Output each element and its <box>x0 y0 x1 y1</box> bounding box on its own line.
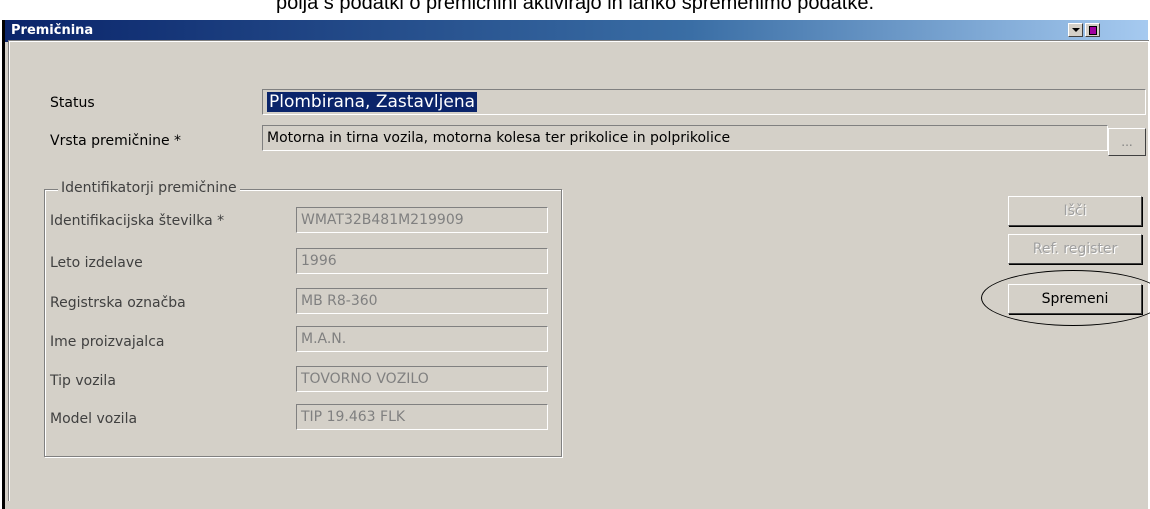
page-caption: polja s podatki o premičnini aktivirajo … <box>275 0 875 14</box>
ref-register-button[interactable]: Ref. register <box>1008 234 1142 264</box>
tip-vozila-label: Tip vozila <box>50 373 116 389</box>
maximize-icon[interactable] <box>1085 23 1100 37</box>
window-controls <box>1068 23 1100 37</box>
model-vozila-field[interactable]: TIP 19.463 FLK <box>296 404 548 430</box>
vrsta-premicnine-label: Vrsta premičnine * <box>50 133 182 149</box>
status-field[interactable]: Plombirana, Zastavljena <box>262 89 1146 115</box>
model-vozila-label: Model vozila <box>50 411 138 427</box>
leto-izdelave-label: Leto izdelave <box>50 255 143 271</box>
identifikacijska-stevilka-label: Identifikacijska številka * <box>50 213 225 229</box>
ime-proizvajalca-label: Ime proizvajalca <box>50 334 165 350</box>
registrska-oznacba-label: Registrska označba <box>50 295 186 311</box>
window-title: Premičnina <box>11 23 94 38</box>
browse-button[interactable]: ... <box>1108 128 1146 156</box>
status-value: Plombirana, Zastavljena <box>267 92 478 112</box>
registrska-oznacba-field[interactable]: MB R8-360 <box>296 288 548 314</box>
status-label: Status <box>50 95 95 111</box>
isci-button[interactable]: Išči <box>1008 196 1142 226</box>
leto-izdelave-field[interactable]: 1996 <box>296 248 548 274</box>
window-titlebar: Premičnina <box>5 20 1148 42</box>
ime-proizvajalca-field[interactable]: M.A.N. <box>296 326 548 352</box>
minimize-icon[interactable] <box>1068 23 1083 37</box>
spremeni-button[interactable]: Spremeni <box>1008 284 1142 314</box>
vrsta-premicnine-field[interactable]: Motorna in tirna vozila, motorna kolesa … <box>262 125 1108 151</box>
group-title: Identifikatorji premičnine <box>58 178 240 198</box>
tip-vozila-field[interactable]: TOVORNO VOZILO <box>296 366 548 392</box>
identifikacijska-stevilka-field[interactable]: WMAT32B481M219909 <box>296 207 548 233</box>
